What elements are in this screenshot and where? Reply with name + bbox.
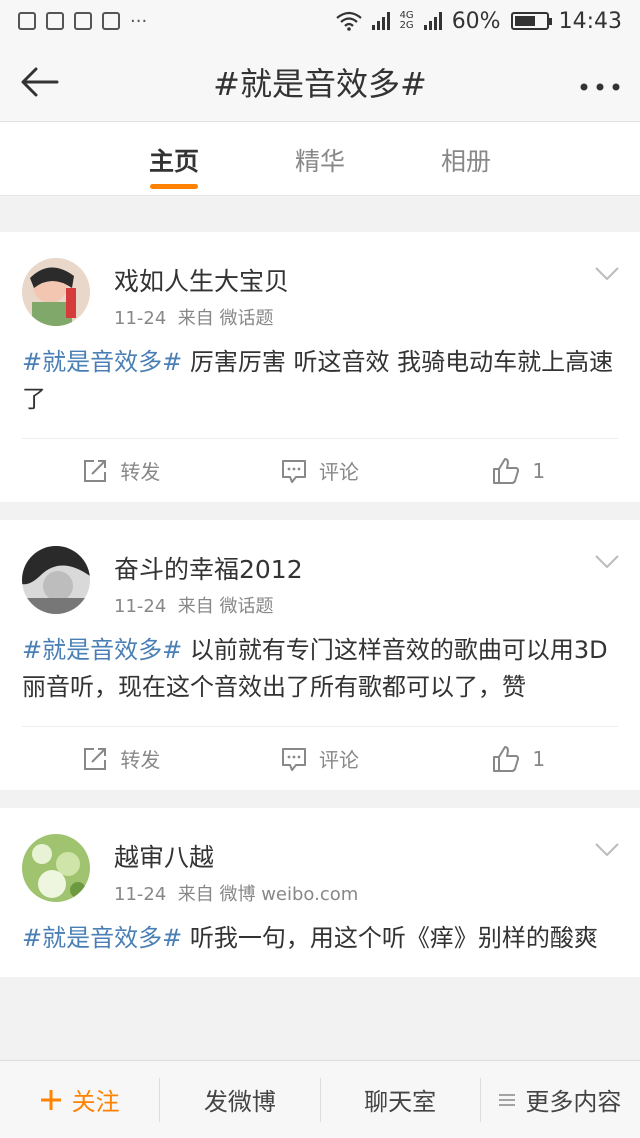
- app-icon: [46, 12, 64, 30]
- top-bar: #就是音效多#: [0, 42, 640, 122]
- post-text: #就是音效多# 听我一句，用这个听《痒》别样的酸爽: [22, 924, 598, 952]
- follow-button[interactable]: 关注: [0, 1077, 161, 1122]
- apps-grid-icon: [74, 12, 92, 30]
- like-button[interactable]: 1: [419, 745, 618, 773]
- post-meta: 11-24 来自 微话题: [114, 308, 274, 329]
- avatar[interactable]: [22, 546, 90, 614]
- username[interactable]: 奋斗的幸福2012: [114, 550, 303, 586]
- gallery-icon: [18, 12, 36, 30]
- tab-home[interactable]: 主页: [141, 122, 207, 195]
- like-button[interactable]: 1: [419, 457, 618, 485]
- post-card[interactable]: 奋斗的幸福2012 11-24 来自 微话题 #就是音效多# 以前就有专门这样音…: [0, 520, 640, 790]
- more-notifications: ···: [130, 10, 148, 32]
- chat-room-button[interactable]: 聊天室: [321, 1077, 481, 1122]
- clock: 14:43: [558, 8, 622, 34]
- username[interactable]: 戏如人生大宝贝: [114, 262, 289, 298]
- post-actions: 转发 评论 1: [22, 438, 618, 502]
- notification-icons: ···: [18, 11, 147, 32]
- post-meta: 11-24 来自 微博 weibo.com: [114, 884, 359, 905]
- post-text: #就是音效多# 以前就有专门这样音效的歌曲可以用3D丽音听，现在这个音效出了所有…: [22, 636, 608, 701]
- post-card[interactable]: 越审八越 11-24 来自 微博 weibo.com #就是音效多# 听我一句，…: [0, 808, 640, 977]
- comment-button[interactable]: 评论: [221, 456, 420, 485]
- comment-button[interactable]: 评论: [221, 744, 420, 773]
- chevron-down-icon[interactable]: [594, 554, 620, 570]
- more-options-button[interactable]: [560, 65, 640, 98]
- hashtag-link[interactable]: #就是音效多#: [22, 636, 182, 664]
- thumbs-up-icon: [493, 745, 520, 772]
- chevron-down-icon[interactable]: [594, 266, 620, 282]
- plus-icon: [40, 1089, 61, 1110]
- chevron-down-icon[interactable]: [594, 842, 620, 858]
- repost-button[interactable]: 转发: [22, 456, 221, 485]
- wifi-icon: [335, 11, 362, 31]
- hashtag-link[interactable]: #就是音效多#: [22, 348, 182, 376]
- more-content-button[interactable]: 更多内容: [481, 1078, 640, 1122]
- feed: 戏如人生大宝贝 11-24 来自 微话题 #就是音效多# 厉害厉害 听这音效 我…: [0, 212, 640, 995]
- package-icon: [102, 12, 120, 30]
- post-actions: 转发 评论 1: [22, 726, 618, 790]
- comment-icon: [282, 459, 306, 483]
- repost-icon: [84, 459, 107, 482]
- thumbs-up-icon: [493, 457, 520, 484]
- tab-bar: 主页 精华 相册: [0, 122, 640, 196]
- bottom-bar: 关注 发微博 聊天室 更多内容: [0, 1060, 640, 1138]
- status-bar: ··· 4G 2G 60% 14:43: [0, 0, 640, 42]
- signal-icon: [371, 12, 390, 30]
- tab-album[interactable]: 相册: [433, 122, 499, 195]
- battery-icon: [510, 12, 552, 30]
- repost-button[interactable]: 转发: [22, 744, 221, 773]
- hashtag-link[interactable]: #就是音效多#: [22, 924, 182, 952]
- avatar[interactable]: [22, 834, 90, 902]
- network-type: 4G 2G: [399, 10, 414, 31]
- post-card[interactable]: 戏如人生大宝贝 11-24 来自 微话题 #就是音效多# 厉害厉害 听这音效 我…: [0, 232, 640, 502]
- back-button[interactable]: [0, 42, 80, 122]
- repost-icon: [84, 747, 107, 770]
- battery-percent: 60%: [451, 8, 501, 34]
- signal-2-icon: [423, 12, 442, 30]
- comment-icon: [282, 747, 306, 771]
- username[interactable]: 越审八越: [114, 838, 214, 874]
- tab-featured[interactable]: 精华: [287, 122, 353, 195]
- menu-icon: [499, 1093, 516, 1106]
- post-weibo-button[interactable]: 发微博: [160, 1077, 321, 1122]
- avatar[interactable]: [22, 258, 90, 326]
- more-dots-icon: [580, 83, 620, 91]
- page-title: #就是音效多#: [213, 64, 427, 103]
- back-arrow-icon: [21, 67, 59, 96]
- post-meta: 11-24 来自 微话题: [114, 596, 274, 617]
- post-text: #就是音效多# 厉害厉害 听这音效 我骑电动车就上高速了: [22, 348, 614, 413]
